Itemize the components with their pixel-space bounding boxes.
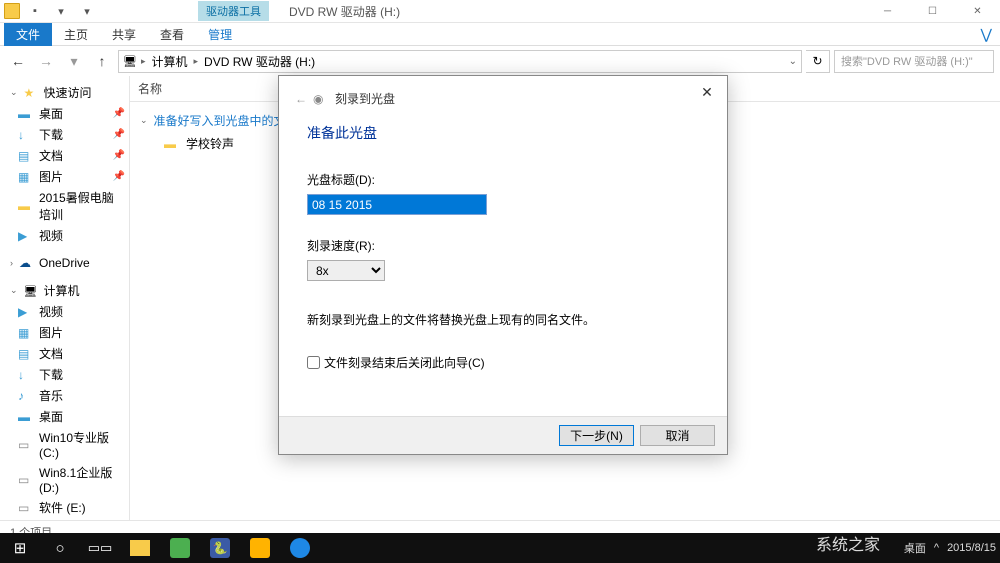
burn-dialog: ✕ ← 刻录到光盘 准备此光盘 光盘标题(D): 刻录速度(R): 8x 新刻录… [278, 75, 728, 455]
dialog-note: 新刻录到光盘上的文件将替换光盘上现有的同名文件。 [307, 311, 699, 328]
task-view-button[interactable]: ▭▭ [80, 533, 120, 563]
back-arrow-icon[interactable]: ← [295, 92, 307, 106]
watermark-text: 系统之家 [816, 531, 880, 555]
dialog-header-text: 刻录到光盘 [335, 90, 395, 107]
dialog-close-button[interactable]: ✕ [697, 82, 717, 102]
next-button[interactable]: 下一步(N) [559, 425, 634, 446]
cancel-button[interactable]: 取消 [640, 425, 715, 446]
taskbar-date[interactable]: 2015/8/15 [947, 542, 996, 554]
speed-label: 刻录速度(R): [307, 237, 699, 254]
taskbar-python-icon[interactable]: 🐍 [210, 538, 230, 558]
disc-title-input[interactable] [307, 194, 487, 215]
tray-up-icon[interactable]: ^ [934, 542, 939, 554]
speed-select[interactable]: 8x [307, 260, 385, 281]
checkbox-input[interactable] [307, 356, 320, 369]
disc-title-label: 光盘标题(D): [307, 171, 699, 188]
taskbar-desktop-label[interactable]: 桌面 [904, 540, 926, 556]
dialog-title: 准备此光盘 [307, 123, 699, 143]
taskbar: ▭▭ 🐍 系统之家 桌面 ^ 2015/8/15 [0, 533, 1000, 563]
dialog-footer: 下一步(N) 取消 [279, 416, 727, 454]
taskbar-app[interactable] [290, 538, 310, 558]
close-wizard-checkbox[interactable]: 文件刻录结束后关闭此向导(C) [307, 354, 699, 371]
taskbar-app[interactable] [170, 538, 190, 558]
start-button[interactable] [0, 533, 40, 563]
cortana-button[interactable] [40, 533, 80, 563]
taskbar-explorer[interactable] [130, 540, 150, 556]
dvd-icon [313, 92, 329, 106]
taskbar-app[interactable] [250, 538, 270, 558]
